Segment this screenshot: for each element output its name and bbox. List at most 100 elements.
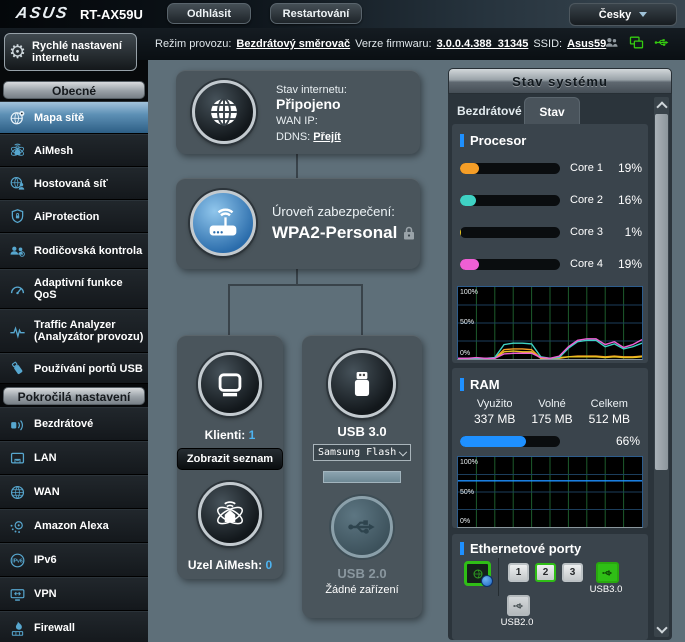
quick-internet-setup-button[interactable]: ⚙ Rychlé nastavení internetu: [4, 33, 137, 71]
ram-chart-tick-0: 0%: [460, 518, 470, 525]
cpu-history-chart: 100% 50% 0%: [457, 286, 643, 360]
sidebar-item-label: IPv6: [34, 554, 61, 566]
sidebar-item-label: WAN: [34, 486, 64, 498]
usb2-port-circle-icon[interactable]: [331, 496, 393, 558]
sidebar-item-guest-network[interactable]: Hostovaná síť: [0, 167, 148, 200]
cpu-chart-tick-0: 0%: [460, 350, 470, 357]
tab-wireless[interactable]: Bezdrátové: [457, 104, 522, 118]
language-label: Česky: [599, 9, 631, 21]
sidebar-item-label: Používání portů USB: [34, 363, 147, 375]
ram-total-label: Celkem: [581, 398, 638, 410]
system-status-body: Bezdrátové Stav Procesor Core 1 19% Core…: [448, 94, 672, 640]
sidebar-item-network-map[interactable]: Mapa sítě: [0, 101, 148, 134]
parental-controls-icon: [0, 242, 34, 261]
sidebar-item-aiprotection[interactable]: AiProtection: [0, 200, 148, 233]
cpu-core-bar: [460, 195, 560, 206]
ram-section-title: RAM: [470, 377, 500, 392]
view-client-list-button[interactable]: Zobrazit seznam: [177, 448, 283, 470]
security-card: Úroveň zabezpečení: WPA2-Personal: [176, 178, 420, 269]
sidebar-item-usb-application[interactable]: Používání portů USB: [0, 353, 148, 384]
sidebar-header-advanced: Pokročilá nastavení: [3, 387, 145, 405]
cpu-core-bar-fill: [460, 259, 479, 270]
usb-application-icon: [0, 359, 34, 378]
sidebar-item-label: Firewall: [34, 622, 79, 634]
logout-button[interactable]: Odhlásit: [167, 3, 251, 24]
cpu-core-pct: 19%: [606, 161, 642, 175]
chevron-down-icon: [656, 622, 667, 633]
internet-status-value: Připojeno: [276, 96, 347, 112]
quick-internet-setup-label: Rychlé nastavení internetu: [32, 40, 132, 64]
usb-status-icon[interactable]: [653, 34, 671, 54]
usb-card: USB 3.0 Samsung Flash I USB 2.0 Žádné za…: [302, 335, 422, 618]
sidebar-item-adaptive-qos[interactable]: Adaptivní funkce QoS: [0, 269, 148, 309]
wan-ip-label: WAN IP:: [276, 115, 318, 127]
sidebar-item-aimesh[interactable]: AiMesh: [0, 134, 148, 167]
tab-status[interactable]: Stav: [524, 97, 580, 125]
sidebar-item-firewall[interactable]: Firewall: [0, 611, 148, 642]
cpu-core-bar-fill: [460, 227, 461, 238]
usb2-port-icon: [507, 595, 530, 616]
ram-free-value: 175 MB: [523, 412, 580, 426]
cpu-section-title: Procesor: [470, 133, 526, 148]
firmware-version-link[interactable]: 3.0.0.4.388_31345: [437, 38, 529, 50]
chevron-up-icon: [656, 101, 667, 112]
ssid-label: SSID:: [533, 38, 562, 50]
router-icon[interactable]: [190, 190, 256, 256]
usb-device-name: Samsung Flash I: [318, 447, 400, 458]
chevron-down-icon: [639, 12, 647, 17]
sidebar-item-amazon-alexa[interactable]: Amazon Alexa: [0, 509, 148, 543]
sidebar: Obecné Mapa sítě AiMesh Hostovaná síť Ai…: [0, 60, 148, 642]
connector-line: [361, 284, 363, 335]
sidebar-item-traffic-analyzer[interactable]: Traffic Analyzer (Analyzátor provozu): [0, 309, 148, 353]
usb2-status: Žádné zařízení: [302, 584, 422, 596]
sidebar-item-wireless[interactable]: Bezdrátové: [0, 407, 148, 441]
aimesh-label: Uzel AiMesh:: [188, 558, 262, 572]
cpu-core-row: Core 3 1%: [452, 216, 648, 248]
traffic-analyzer-icon: [0, 322, 34, 341]
reboot-button[interactable]: Restartování: [270, 3, 362, 24]
usb-drive-icon[interactable]: [328, 350, 396, 418]
sidebar-item-label: LAN: [34, 452, 61, 464]
cpu-core-name: Core 3: [570, 226, 606, 238]
sidebar-item-parental-controls[interactable]: Rodičovská kontrola: [0, 233, 148, 269]
sidebar-item-wan[interactable]: WAN: [0, 475, 148, 509]
status-panel-scrollbar[interactable]: [654, 97, 669, 637]
language-select[interactable]: Česky: [569, 3, 677, 26]
lan-port-number: 3: [570, 567, 576, 578]
ssid-link[interactable]: Asus59: [567, 38, 606, 50]
usb3-port-label: USB3.0: [583, 584, 629, 595]
usb3-title: USB 3.0: [302, 424, 422, 439]
lan-port-number: 2: [543, 567, 549, 578]
ram-total-value: 512 MB: [581, 412, 638, 426]
clients-status-icon[interactable]: [603, 34, 620, 54]
ipv6-icon: IPv6: [0, 551, 34, 570]
ethernet-section: Ethernetové porty 1 2 3 USB3.0 USB2.0: [452, 534, 648, 640]
lan-port-3-icon: 3: [562, 563, 583, 582]
ddns-link[interactable]: Přejít: [313, 131, 341, 143]
sidebar-item-label: Traffic Analyzer (Analyzátor provozu): [34, 319, 148, 343]
sidebar-item-lan[interactable]: LAN: [0, 441, 148, 475]
globe-icon[interactable]: [192, 80, 256, 144]
connector-line: [296, 153, 298, 178]
scroll-thumb[interactable]: [655, 114, 668, 470]
cpu-core-row: Core 1 19%: [452, 152, 648, 184]
guest-network-icon: [0, 174, 34, 193]
sidebar-item-vpn[interactable]: VPN: [0, 577, 148, 611]
sidebar-item-ipv6[interactable]: IPv6 IPv6: [0, 543, 148, 577]
scroll-down-button[interactable]: [654, 621, 669, 637]
clients-card: Klienti: 1 Zobrazit seznam Uzel AiMesh: …: [177, 335, 283, 579]
clients-monitor-icon[interactable]: [198, 352, 262, 416]
cpu-core-pct: 16%: [606, 193, 642, 207]
security-level-value: WPA2-Personal: [272, 223, 397, 243]
sidebar-header-general: Obecné: [3, 81, 145, 99]
aimesh-icon: [0, 141, 34, 160]
lock-icon: [403, 226, 415, 240]
sidebar-item-label: Mapa sítě: [34, 112, 88, 124]
sidebar-item-label: AiProtection: [34, 211, 103, 223]
sidebar-item-label: Bezdrátové: [34, 418, 97, 430]
operation-mode-link[interactable]: Bezdrátový směrovač: [236, 38, 350, 50]
usb-device-select[interactable]: Samsung Flash I: [313, 444, 411, 461]
scroll-up-button[interactable]: [654, 97, 669, 113]
aimesh-node-icon[interactable]: [198, 482, 262, 546]
wired-devices-status-icon[interactable]: [628, 34, 645, 54]
